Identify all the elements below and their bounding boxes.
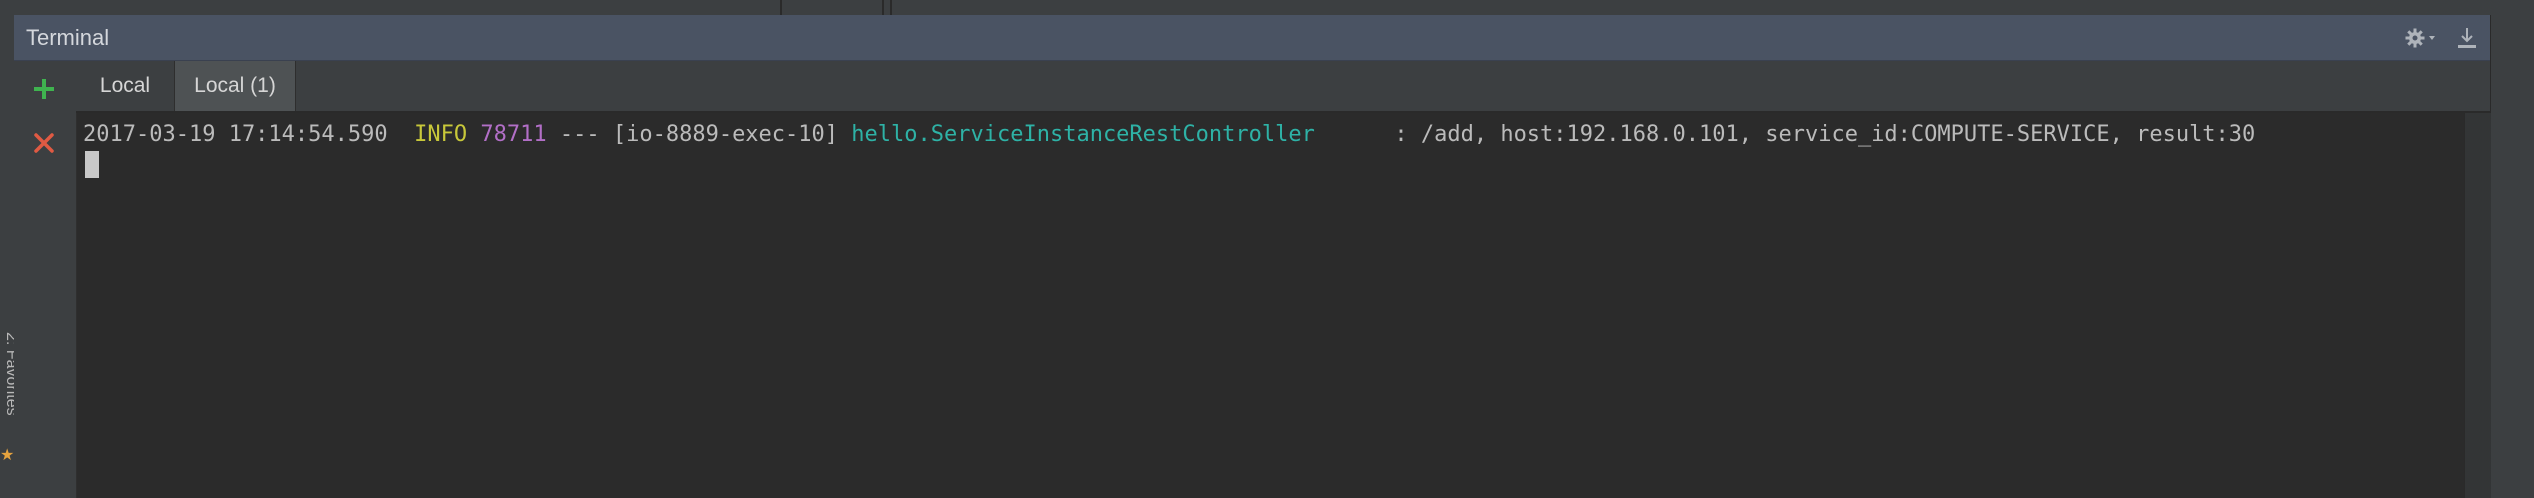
splitter[interactable] [890, 0, 892, 15]
header-tools [2404, 15, 2478, 60]
log-pid: 78711 [480, 122, 547, 147]
log-level: INFO [414, 122, 468, 147]
log-message: : /add, host:192.168.0.101, service_id:C… [1394, 122, 2256, 147]
vertical-scrollbar[interactable] [2464, 113, 2491, 498]
ide-window: 2: Favorites ★ Terminal Local Local (1) … [0, 0, 2534, 498]
terminal-tabs: Local Local (1) [76, 61, 2490, 113]
terminal-header: Terminal [14, 15, 2490, 61]
hide-panel-icon[interactable] [2456, 26, 2478, 50]
terminal-toolbar [14, 61, 77, 498]
tab-local-1[interactable]: Local (1) [174, 61, 296, 111]
plus-icon [34, 79, 54, 99]
right-tool-strip [2490, 15, 2534, 498]
star-icon[interactable]: ★ [0, 448, 14, 464]
new-session-button[interactable] [28, 73, 60, 105]
editor-top-strip [14, 0, 2534, 15]
close-session-button[interactable] [28, 127, 60, 159]
log-separator: --- [559, 122, 600, 147]
splitter[interactable] [780, 0, 782, 15]
left-tool-strip: 2: Favorites ★ [0, 0, 20, 498]
log-thread: [io-8889-exec-10] [612, 122, 839, 147]
splitter[interactable] [882, 0, 884, 15]
log-logger: hello.ServiceInstanceRestController [851, 122, 1315, 147]
close-icon [34, 133, 54, 153]
log-timestamp: 2017-03-19 17:14:54.590 [83, 122, 388, 147]
terminal-cursor [85, 151, 99, 178]
terminal-title: Terminal [26, 25, 110, 50]
terminal-console[interactable]: 2017-03-19 17:14:54.590 INFO 78711 --- [… [77, 113, 2464, 498]
gear-icon[interactable] [2404, 27, 2438, 49]
log-line: 2017-03-19 17:14:54.590 INFO 78711 --- [… [83, 121, 2255, 149]
tab-local[interactable]: Local [76, 61, 174, 111]
